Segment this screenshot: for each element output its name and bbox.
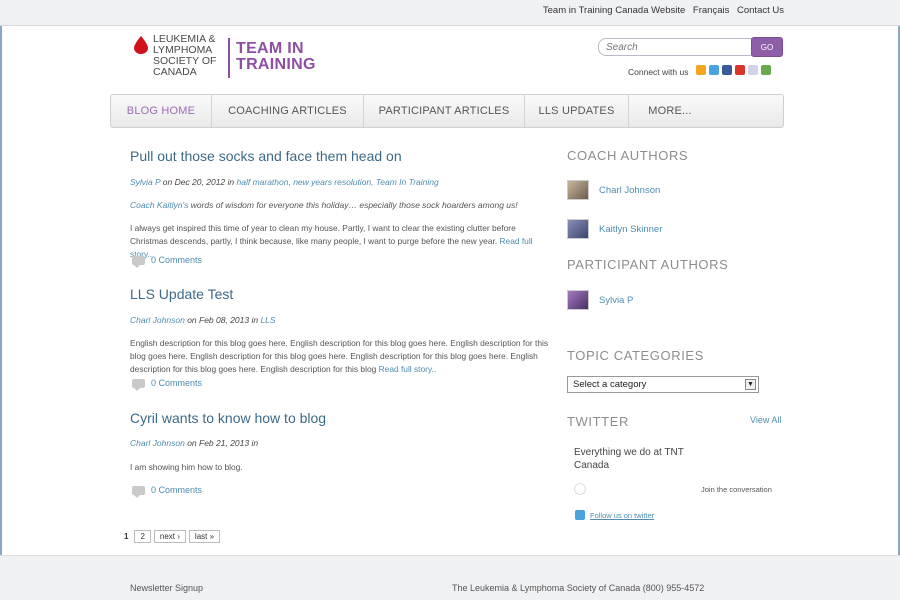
social-icons [696, 65, 771, 75]
topic-categories-heading: TOPIC CATEGORIES [567, 348, 704, 363]
nav-participant-articles[interactable]: PARTICIPANT ARTICLES [364, 95, 525, 127]
page-2-link[interactable]: 2 [134, 530, 151, 543]
loading-icon [574, 483, 586, 495]
tnt-logo-line2: TRAINING [236, 56, 316, 73]
post-excerpt: Coach Kaitlyn's words of wisdom for ever… [130, 200, 518, 210]
search-go-button[interactable]: GO [751, 37, 783, 57]
tweet-text: Everything we do at TNT Canada [574, 447, 684, 471]
participant-author-item[interactable]: Sylvia P [567, 290, 633, 310]
twitter-icon [575, 510, 585, 520]
tnt-logo-line1: TEAM IN [236, 40, 304, 57]
next-page-link[interactable]: next › [153, 530, 186, 543]
post-date: on Dec 20, 2012 in [162, 177, 235, 187]
lls-logo-text[interactable]: LEUKEMIA & LYMPHOMA SOCIETY OF CANADA [153, 34, 231, 78]
post-tags[interactable]: LLS [260, 315, 275, 325]
share-icon[interactable] [761, 65, 771, 75]
facebook-icon[interactable] [722, 65, 732, 75]
avatar [567, 180, 589, 200]
post-author[interactable]: Charl Johnson [130, 438, 185, 448]
comments-count: 0 Comments [151, 378, 203, 388]
nav-blog-home[interactable]: BLOG HOME [111, 95, 212, 127]
post-meta: Charl Johnson on Feb 21, 2013 in [130, 438, 258, 448]
blood-drop-icon [134, 36, 148, 54]
avatar [567, 290, 589, 310]
top-links: Team in Training Canada Website Français… [538, 5, 784, 16]
post-date: on Feb 08, 2013 in [187, 315, 259, 325]
read-more-link[interactable]: Read full story.. [379, 364, 437, 374]
coach-author-item[interactable]: Kaitlyn Skinner [567, 219, 662, 239]
rss-icon[interactable] [696, 65, 706, 75]
top-bar: Team in Training Canada Website Français… [0, 0, 900, 26]
twitter-icon[interactable] [709, 65, 719, 75]
post-title[interactable]: Cyril wants to know how to blog [130, 410, 326, 426]
comments-count: 0 Comments [151, 255, 203, 265]
footer-org-info: The Leukemia & Lymphoma Society of Canad… [452, 583, 705, 593]
pagination: 1 2 next › last » [124, 530, 223, 543]
post-meta: Sylvia P on Dec 20, 2012 in half maratho… [130, 177, 439, 187]
nav-more[interactable]: MORE... [629, 95, 711, 127]
post-body: English description for this blog goes h… [130, 337, 550, 376]
post-title[interactable]: LLS Update Test [130, 286, 233, 302]
post-body-text: I always get inspired this time of year … [130, 223, 516, 246]
follow-twitter-link[interactable]: Follow us on twitter [590, 511, 654, 520]
search-input[interactable] [598, 38, 752, 56]
coach-author-item[interactable]: Charl Johnson [567, 180, 660, 200]
post-author[interactable]: Sylvia P [130, 177, 160, 187]
top-link-tnt-website[interactable]: Team in Training Canada Website [543, 5, 685, 16]
main-nav: BLOG HOME COACHING ARTICLES PARTICIPANT … [110, 94, 784, 128]
logo-divider [228, 38, 230, 78]
comment-icon [132, 378, 145, 391]
top-link-francais[interactable]: Français [693, 5, 729, 16]
top-link-contact[interactable]: Contact Us [737, 5, 784, 16]
post-meta: Charl Johnson on Feb 08, 2013 in LLS [130, 315, 276, 325]
nav-coaching-articles[interactable]: COACHING ARTICLES [212, 95, 364, 127]
tnt-logo[interactable]: TEAM IN TRAINING [236, 41, 316, 73]
post-tags[interactable]: half marathon, new years resolution, Tea… [237, 177, 439, 187]
view-all-link[interactable]: View All [750, 415, 781, 425]
comments-link[interactable]: 0 Comments [132, 255, 203, 268]
post-body-text: English description for this blog goes h… [130, 338, 549, 374]
nav-lls-updates[interactable]: LLS UPDATES [525, 95, 629, 127]
author-name: Kaitlyn Skinner [599, 223, 663, 235]
join-conversation-link[interactable]: Join the conversation [701, 485, 772, 494]
coach-authors-heading: COACH AUTHORS [567, 148, 689, 163]
flickr-icon[interactable] [748, 65, 758, 75]
excerpt-text: words of wisdom for everyone this holida… [188, 200, 518, 210]
page-current: 1 [124, 532, 129, 541]
comment-icon [132, 255, 145, 268]
category-select-value: Select a category [573, 379, 647, 390]
author-name: Charl Johnson [599, 184, 661, 196]
comments-count: 0 Comments [151, 485, 203, 495]
author-name: Sylvia P [599, 294, 634, 306]
post-title[interactable]: Pull out those socks and face them head … [130, 148, 402, 164]
participant-authors-heading: PARTICIPANT AUTHORS [567, 257, 729, 272]
connect-label: Connect with us [628, 67, 689, 77]
footer [0, 555, 900, 600]
excerpt-link[interactable]: Coach Kaitlyn's [130, 200, 188, 210]
category-select[interactable]: Select a category ▼ [567, 376, 759, 393]
post-date: on Feb 21, 2013 in [187, 438, 259, 448]
comments-link[interactable]: 0 Comments [132, 378, 203, 391]
last-page-link[interactable]: last » [188, 530, 221, 543]
avatar [567, 219, 589, 239]
comment-icon [132, 485, 145, 498]
post-author[interactable]: Charl Johnson [130, 315, 185, 325]
youtube-icon[interactable] [735, 65, 745, 75]
post-body-text: I am showing him how to blog. [130, 462, 243, 472]
post-body: I am showing him how to blog. [130, 461, 550, 474]
newsletter-signup-link[interactable]: Newsletter Signup [130, 583, 203, 593]
twitter-heading: TWITTER [567, 414, 629, 429]
chevron-down-icon: ▼ [745, 379, 756, 390]
comments-link[interactable]: 0 Comments [132, 485, 203, 498]
